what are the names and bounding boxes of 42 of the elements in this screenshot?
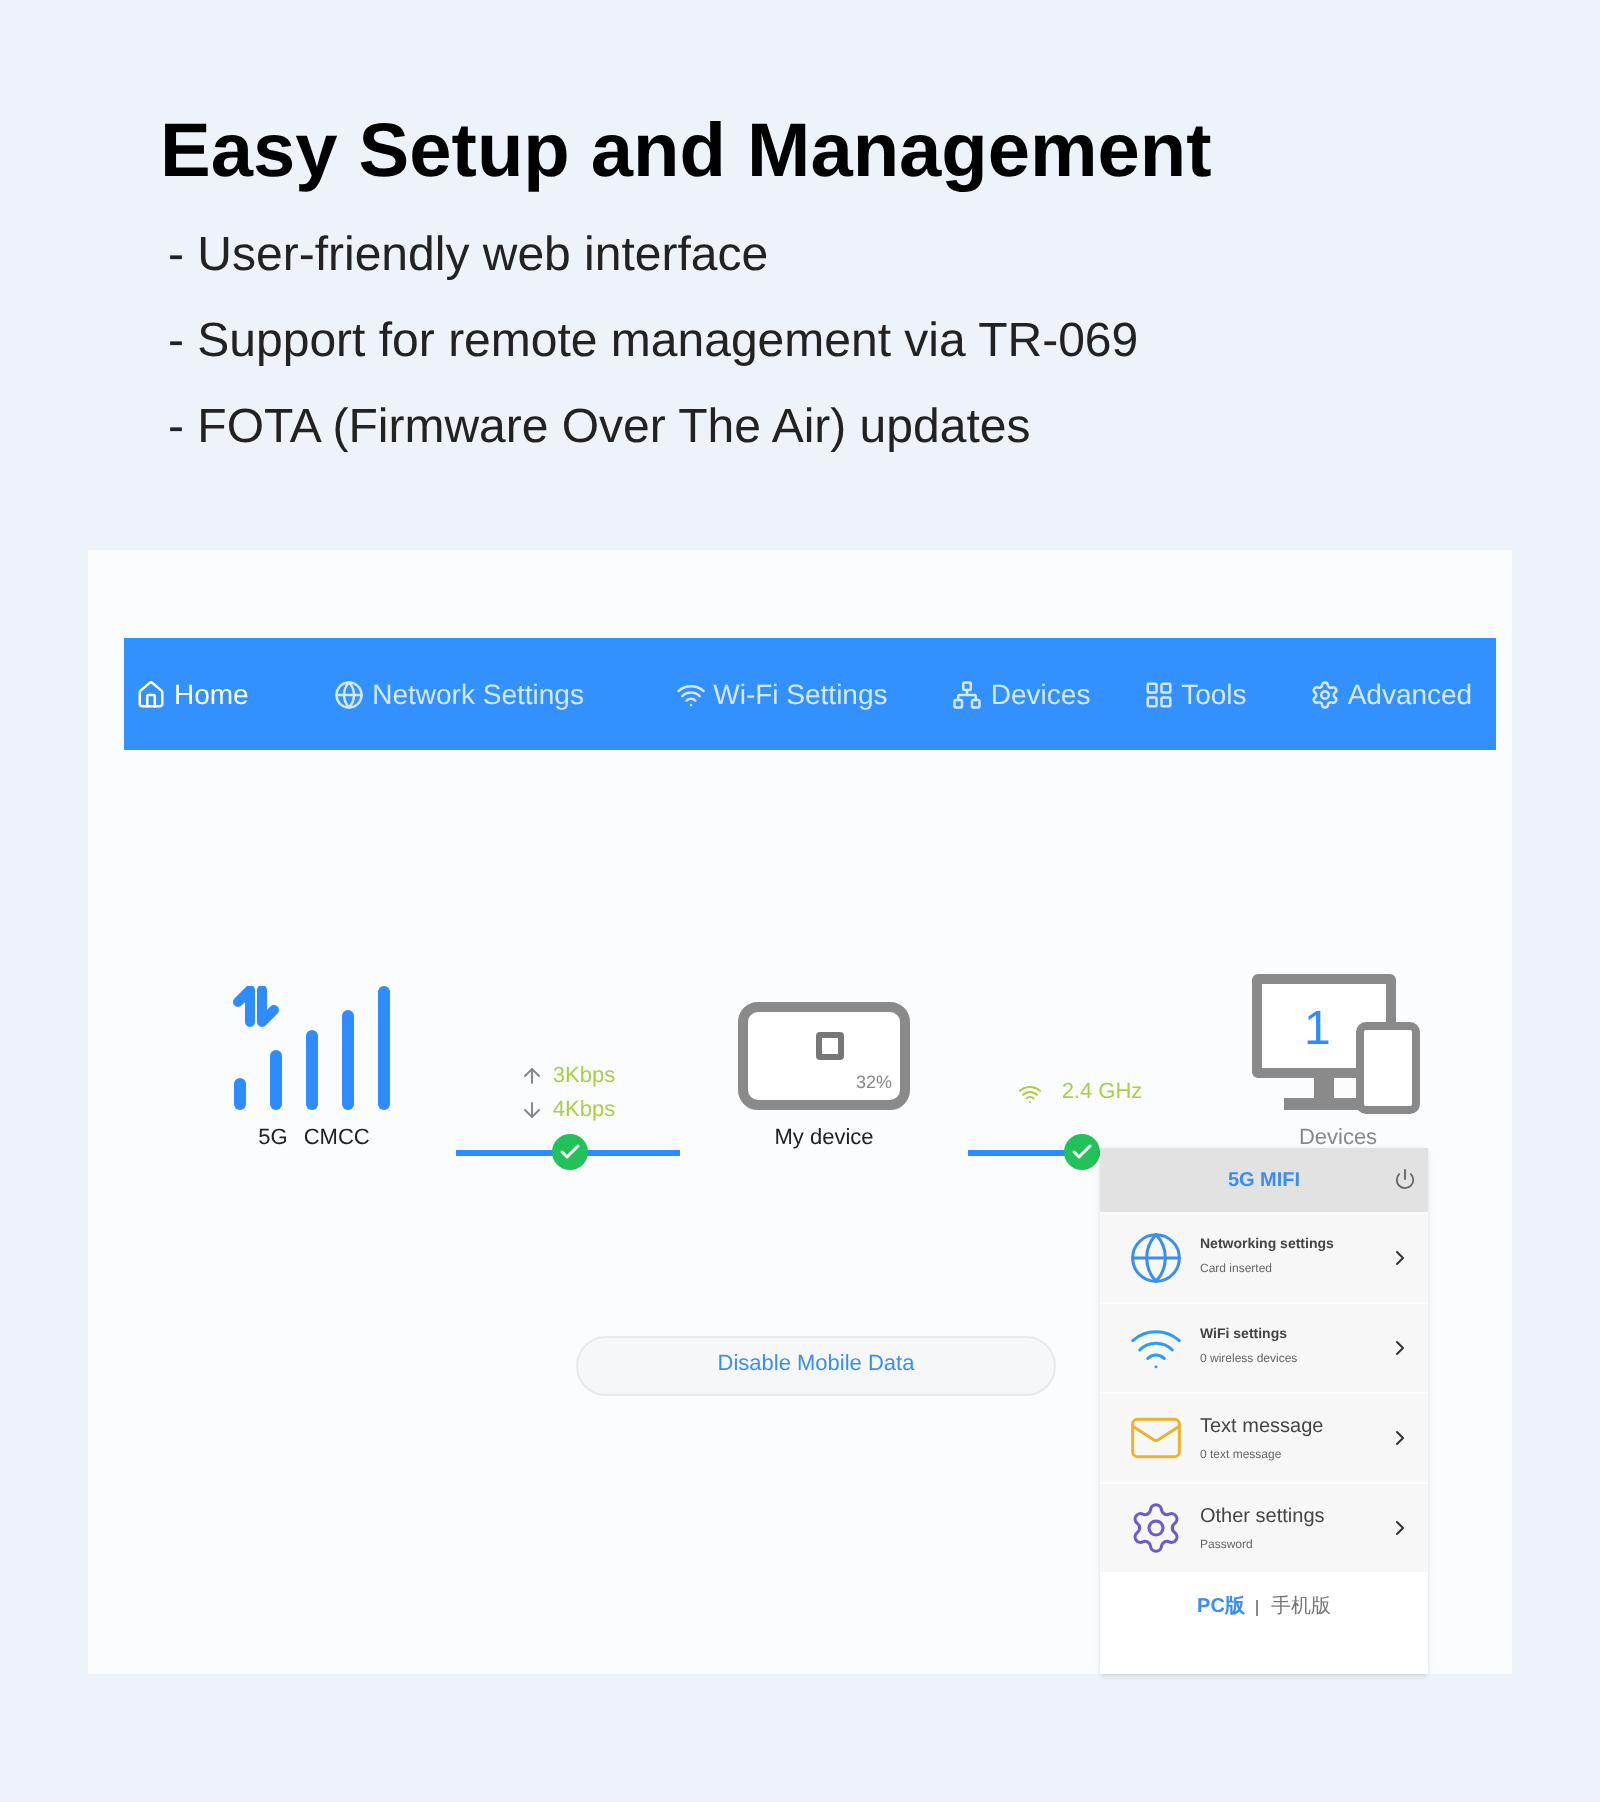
nav-tab[interactable]: Home <box>136 673 335 715</box>
devices-label: Devices <box>1298 1124 1378 1154</box>
home-icon <box>136 679 166 709</box>
device-screen-icon <box>816 1032 844 1060</box>
nav-tab[interactable]: Network Settings <box>334 673 676 715</box>
power-icon <box>1394 1168 1416 1190</box>
network-type: 5G <box>258 1124 288 1154</box>
operator-name: CMCC <box>303 1124 370 1154</box>
nav-tab[interactable]: Advanced <box>1309 673 1496 715</box>
mobile-title: 5G MIFI <box>1227 1167 1301 1195</box>
grid-icon <box>1143 679 1174 709</box>
version-link[interactable]: PC版 <box>1197 1592 1245 1622</box>
version-link[interactable]: 手机版 <box>1270 1592 1331 1622</box>
nav-tab[interactable]: Devices <box>952 673 1144 715</box>
bullet-text: - Support for remote management via TR-069 <box>168 312 1141 372</box>
disable-data-button[interactable]: Disable Mobile Data <box>576 1335 1056 1395</box>
nav-tab[interactable]: Tools <box>1143 673 1310 715</box>
signal-icon <box>232 986 396 1110</box>
download-speed: 4Kbps <box>552 1095 616 1125</box>
download-icon <box>520 1097 545 1122</box>
gear-icon <box>1128 1500 1184 1556</box>
network-icon <box>952 679 983 709</box>
bullet-text: - User-friendly web interface <box>168 226 771 286</box>
check-icon <box>552 1133 588 1169</box>
menu-item-title: Other settings <box>1200 1503 1327 1531</box>
wifi-icon <box>675 679 706 709</box>
upload-speed: 3Kbps <box>552 1062 616 1092</box>
phone-icon <box>1356 1022 1420 1114</box>
battery-level: 32% <box>855 1069 892 1095</box>
globe-icon <box>1128 1230 1184 1286</box>
device-count: 1 <box>1304 1000 1331 1060</box>
heading: Easy Setup and Management <box>160 108 1214 196</box>
gear-icon <box>1309 679 1340 709</box>
globe-icon <box>334 679 365 709</box>
frequency-label: 2.4 GHz <box>1061 1078 1143 1109</box>
upload-icon <box>520 1064 545 1089</box>
check-icon <box>1064 1133 1100 1169</box>
device-label: My device <box>774 1124 874 1154</box>
nav-tab[interactable]: Wi-Fi Settings <box>675 673 953 715</box>
menu-item-title: Text message <box>1200 1413 1326 1441</box>
bullet-text: - FOTA (Firmware Over The Air) updates <box>168 398 1033 458</box>
wifi-icon <box>1017 1081 1042 1105</box>
